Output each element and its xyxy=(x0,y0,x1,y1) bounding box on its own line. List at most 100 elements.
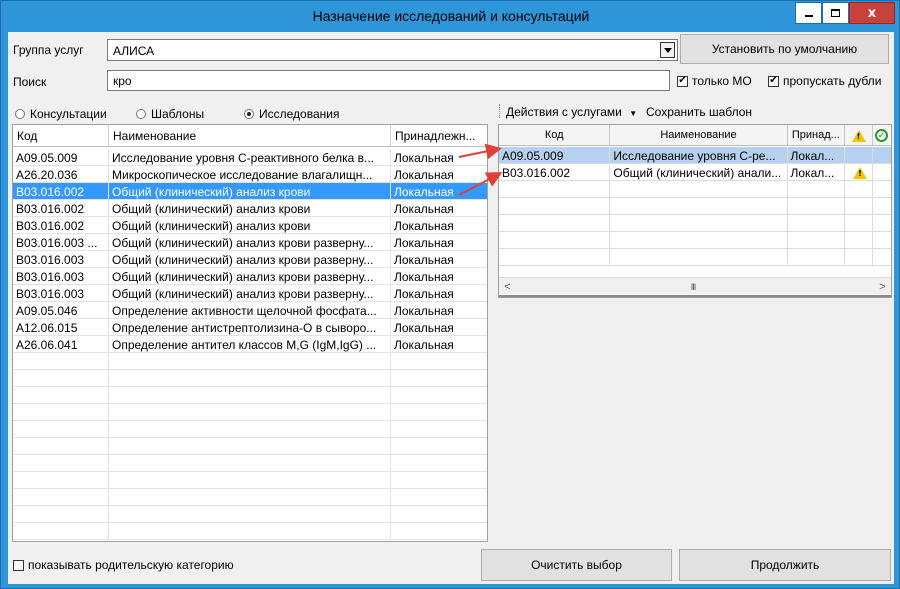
maximize-button[interactable] xyxy=(822,2,849,24)
scroll-left-icon[interactable]: < xyxy=(499,278,516,295)
table-row[interactable]: B03.016.003 Общий (клинический) анализ кр… xyxy=(13,285,487,302)
table-row[interactable]: B03.016.003 Общий (клинический) анализ кр… xyxy=(13,251,487,268)
cell-name: Общий (клинический) анализ крови разверн… xyxy=(109,251,391,267)
minimize-button[interactable] xyxy=(795,2,822,24)
scroll-thumb[interactable]: III xyxy=(517,280,869,293)
table-row[interactable]: A09.05.046 Определение активности щелочно… xyxy=(13,302,487,319)
cell-code: A09.05.046 xyxy=(13,302,109,318)
selected-services-grid[interactable]: Код Наименование Принад... ! ✓ A09.05.00… xyxy=(498,124,892,298)
table-row[interactable]: A26.20.036 Микроскопическое исследование … xyxy=(13,166,487,183)
cell-code: B03.016.002 xyxy=(13,217,109,233)
title-bar[interactable]: Назначение исследований и консультаций x xyxy=(1,1,900,31)
cell-name: Общий (клинический) анали... xyxy=(610,164,788,180)
cell-name: Определение активности щелочной фосфата.… xyxy=(109,302,391,318)
save-template-button[interactable]: Сохранить шаблон xyxy=(646,105,752,119)
cell-code: B03.016.002 xyxy=(499,164,611,180)
scroll-right-icon[interactable]: > xyxy=(874,278,891,295)
toolbar-grip[interactable] xyxy=(499,104,501,118)
radio-circle[interactable] xyxy=(244,109,254,119)
column-header-code[interactable]: Код xyxy=(499,125,611,145)
app-window: Назначение исследований и консультаций x… xyxy=(0,0,900,589)
empty-row xyxy=(13,438,487,455)
only-mo-checkbox[interactable]: ✔ только МО xyxy=(677,74,752,88)
warning-icon: ! xyxy=(851,129,866,142)
column-header-name[interactable]: Наименование xyxy=(610,125,788,145)
only-mo-label: только МО xyxy=(692,74,752,88)
group-combobox[interactable]: АЛИСА xyxy=(107,39,678,61)
radio-templates[interactable]: Шаблоны xyxy=(136,107,204,121)
continue-button[interactable]: Продолжить xyxy=(679,549,891,581)
cell-status xyxy=(873,147,891,163)
empty-row xyxy=(499,249,891,266)
table-row[interactable]: B03.016.002 Общий (клинический) анализ кр… xyxy=(13,217,487,234)
table-row[interactable]: B03.016.002 Общий (клинический) анализ кр… xyxy=(13,200,487,217)
cell-name: Определение антител классов M,G (IgM,IgG… xyxy=(109,336,391,352)
table-row[interactable]: B03.016.003 Общий (клинический) анализ кр… xyxy=(13,268,487,285)
show-parent-checkbox[interactable]: показывать родительскую категорию xyxy=(13,558,234,572)
checkmark-icon: ✔ xyxy=(769,75,778,86)
cell-owner: Локальная xyxy=(394,236,454,250)
skip-duplicates-label: пропускать дубли xyxy=(783,74,882,88)
warning-icon: ! xyxy=(853,167,868,179)
dialog-body: Группа услуг АЛИСА Установить по умолчан… xyxy=(8,32,894,584)
radio-circle[interactable] xyxy=(136,109,146,119)
cell-name: Микроскопическое исследование влагалищн.… xyxy=(109,166,391,182)
search-input[interactable]: кро xyxy=(107,70,670,91)
clear-selection-button[interactable]: Очистить выбор xyxy=(481,549,672,581)
show-parent-label: показывать родительскую категорию xyxy=(28,558,234,572)
cell-name: Общий (клинический) анализ крови разверн… xyxy=(109,268,391,284)
horizontal-scrollbar[interactable]: < III > xyxy=(499,277,891,294)
column-header-owner[interactable]: Принадлежн... xyxy=(391,125,487,146)
actions-menu-label: Действия с услугами xyxy=(506,105,622,119)
radio-circle[interactable] xyxy=(15,109,25,119)
cell-owner: Локальная xyxy=(394,287,454,301)
set-default-button[interactable]: Установить по умолчанию xyxy=(680,34,889,64)
combo-dropdown-button[interactable] xyxy=(660,42,675,58)
table-row[interactable]: A12.06.015 Определение антистрептолизина-… xyxy=(13,319,487,336)
table-row[interactable]: A09.05.009 Исследование уровня С-ре... Лок… xyxy=(499,147,891,164)
radio-consultations[interactable]: Консультации xyxy=(15,107,107,121)
actions-menu[interactable]: Действия с услугами ▼ xyxy=(506,105,637,119)
column-header-status[interactable]: ✓ xyxy=(873,125,891,145)
cell-code: B03.016.003 ... xyxy=(13,234,109,250)
cell-code: B03.016.003 xyxy=(13,285,109,301)
services-grid-header: Код Наименование Принадлежн... xyxy=(13,125,487,147)
maximize-icon xyxy=(831,9,840,17)
cell-code: A09.05.009 xyxy=(499,147,611,163)
table-row[interactable]: B03.016.002 Общий (клинический) анали... Л… xyxy=(499,164,891,181)
empty-row xyxy=(499,198,891,215)
table-row[interactable]: B03.016.003 ... Общий (клинический) анали… xyxy=(13,234,487,251)
window-title: Назначение исследований и консультаций xyxy=(312,8,590,24)
empty-row xyxy=(13,353,487,370)
column-header-code[interactable]: Код xyxy=(13,125,109,146)
dropdown-arrow-icon: ▼ xyxy=(629,109,638,118)
empty-row xyxy=(499,215,891,232)
table-row[interactable]: B03.016.002 Общий (клинический) анализ кр… xyxy=(13,183,487,200)
skip-duplicates-checkbox[interactable]: ✔ пропускать дубли xyxy=(768,74,881,88)
radio-studies[interactable]: Исследования xyxy=(244,107,339,121)
table-row[interactable]: A09.05.009 Исследование уровня С-реактивн… xyxy=(13,149,487,166)
only-mo-check-box[interactable]: ✔ xyxy=(677,75,688,87)
cell-owner: Локальная xyxy=(394,338,454,352)
services-grid[interactable]: Код Наименование Принадлежн... A09.05.00… xyxy=(12,124,488,542)
cell-code: A26.20.036 xyxy=(13,166,109,182)
search-value: кро xyxy=(113,74,132,88)
cell-warning: ! xyxy=(845,164,874,180)
grid-divider xyxy=(499,295,891,297)
column-header-owner[interactable]: Принад... xyxy=(788,125,846,145)
column-header-name[interactable]: Наименование xyxy=(109,125,391,146)
skip-duplicates-check-box[interactable]: ✔ xyxy=(768,75,779,87)
column-header-warning[interactable]: ! xyxy=(845,125,874,145)
cell-owner: Локальная xyxy=(394,219,454,233)
table-row[interactable]: A26.06.041 Определение антител классов M,… xyxy=(13,336,487,353)
empty-row xyxy=(499,232,891,249)
empty-row xyxy=(13,421,487,438)
cell-warning xyxy=(845,147,874,163)
group-label: Группа услуг xyxy=(13,43,84,57)
empty-row xyxy=(13,523,487,540)
show-parent-check-box[interactable] xyxy=(13,559,24,571)
close-button[interactable]: x xyxy=(849,2,895,24)
cell-name: Исследование уровня С-реактивного белка … xyxy=(109,149,391,165)
cell-owner: Локал... xyxy=(788,147,846,163)
cell-name: Общий (клинический) анализ крови xyxy=(109,183,391,199)
